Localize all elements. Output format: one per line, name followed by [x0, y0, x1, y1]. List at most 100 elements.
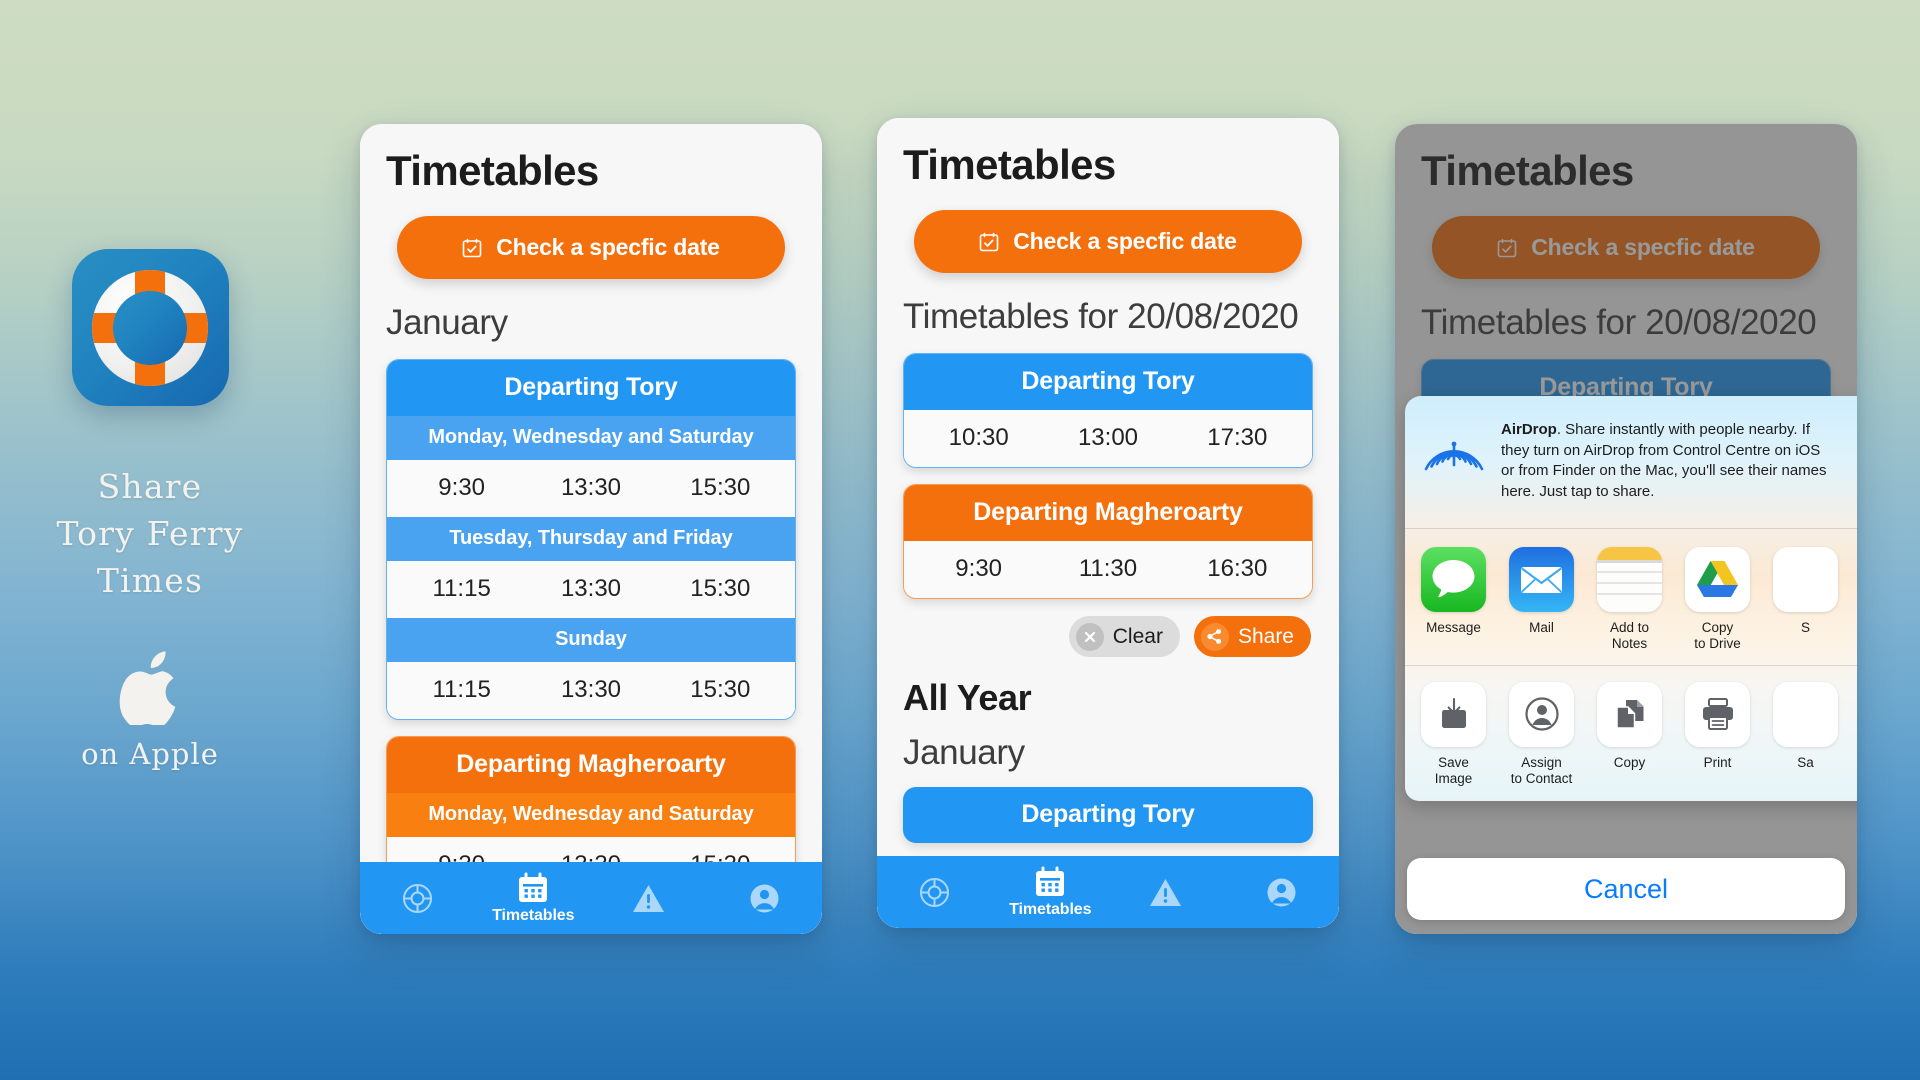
share-action-cut-off[interactable]: Sa	[1773, 681, 1838, 787]
copy-icon	[1597, 681, 1662, 747]
result-actions: Clear Share	[903, 616, 1313, 658]
page-title: Timetables	[903, 141, 1116, 188]
share-action-label-text: Assign to Contact	[1510, 754, 1573, 786]
account-icon	[750, 884, 779, 912]
lifebuoy-icon	[403, 883, 433, 913]
timetable-card-header: Departing Magheroarty	[387, 737, 795, 794]
timetable-times-row: 9:30 13:30 15:30	[387, 460, 795, 518]
timetable-card-header: Departing Tory	[903, 787, 1313, 844]
mail-app-icon	[1509, 547, 1574, 613]
share-action-label: Copy	[1613, 754, 1646, 770]
sidebar-item-lifebuoy[interactable]	[877, 876, 993, 909]
time-cell: 16:30	[1207, 555, 1268, 583]
bottom-tab-bar: Timetables	[877, 856, 1339, 928]
sidebar-item-alerts[interactable]	[1108, 877, 1224, 908]
share-apps-row: Message Mail Add to Notes Copy to Drive …	[1405, 529, 1857, 664]
time-cell: 11:30	[1078, 555, 1138, 583]
date-heading: Timetables for 20/08/2020	[903, 297, 1299, 337]
timetable-card-header: Departing Magheroarty	[904, 485, 1312, 542]
time-cell: 11:15	[432, 676, 491, 704]
phone-screen-share-sheet: Timetables Check a specfic date Timetabl…	[1395, 124, 1857, 934]
timetable-card-departing-magheroarty: Departing Magheroarty 9:30 11:30 16:30	[903, 484, 1313, 600]
share-target-message[interactable]: Message	[1421, 547, 1486, 652]
share-target-notes[interactable]: Add to Notes	[1597, 547, 1662, 652]
timetable-times-row: 10:30 13:00 17:30	[904, 410, 1312, 468]
warning-icon	[633, 884, 665, 912]
calendar-icon	[519, 872, 548, 902]
sidebar-item-timetables[interactable]: Timetables	[993, 866, 1109, 919]
share-action-label: Assign to Contact	[1511, 755, 1573, 787]
check-specific-date-label: Check a specfic date	[496, 234, 720, 261]
sidebar-item-alerts[interactable]	[591, 883, 707, 914]
share-action-save-image[interactable]: Save Image	[1421, 681, 1486, 787]
apple-logo-icon	[119, 651, 176, 725]
timetable-times-row: 11:15 13:30 15:30	[387, 662, 795, 720]
time-cell: 11:15	[432, 575, 491, 603]
page-title: Timetables	[386, 147, 599, 194]
cut-off-action-icon	[1773, 681, 1838, 747]
time-cell: 10:30	[948, 424, 1009, 452]
lifebuoy-app-icon	[71, 249, 229, 407]
share-action-copy[interactable]: Copy	[1597, 681, 1662, 787]
share-icon	[1200, 622, 1229, 651]
tagline-line-1: Share	[97, 467, 203, 507]
share-target-label: Copy to Drive	[1694, 620, 1741, 652]
timetable-card-header: Departing Tory	[904, 354, 1312, 411]
lifebuoy-icon	[920, 877, 950, 907]
airdrop-description: AirDrop. Share instantly with people nea…	[1501, 418, 1831, 502]
bottom-tab-bar: Timetables	[360, 862, 822, 934]
check-specific-date-label: Check a specfic date	[1013, 228, 1237, 255]
time-cell: 9:30	[438, 474, 486, 502]
airdrop-title: AirDrop	[1501, 421, 1557, 438]
cancel-button[interactable]: Cancel	[1407, 858, 1845, 920]
sidebar-item-timetables[interactable]: Timetables	[476, 872, 592, 925]
platform-label: on Apple	[81, 736, 219, 771]
sidebar-item-account[interactable]	[1224, 876, 1340, 909]
timetable-card-departing-tory: Departing Tory 10:30 13:00 17:30	[903, 353, 1313, 469]
phone-screen-month-list: Timetables Check a specfic date January …	[360, 124, 822, 934]
share-target-copy-to-drive[interactable]: Copy to Drive	[1685, 547, 1750, 652]
timetable-days-label: Monday, Wednesday and Saturday	[387, 793, 795, 838]
time-cell: 17:30	[1207, 424, 1268, 452]
month-heading: January	[386, 303, 508, 343]
share-label: Share	[1237, 624, 1294, 648]
share-action-assign-to-contact[interactable]: Assign to Contact	[1509, 681, 1574, 787]
brand-panel: Share Tory Ferry Times on Apple	[0, 0, 300, 1080]
share-target-label: S	[1800, 620, 1810, 636]
clear-button[interactable]: Clear	[1068, 616, 1180, 658]
check-specific-date-button[interactable]: Check a specfic date	[397, 216, 785, 280]
warning-icon	[1150, 878, 1182, 906]
check-specific-date-button[interactable]: Check a specfic date	[914, 210, 1302, 274]
google-drive-app-icon	[1685, 547, 1750, 613]
timetable-card-departing-tory: Departing Tory Monday, Wednesday and Sat…	[386, 359, 796, 721]
time-cell: 13:30	[560, 474, 622, 502]
timetable-days-label: Sunday	[387, 618, 795, 663]
time-cell: 9:30	[955, 555, 1003, 583]
share-action-label: Sa	[1797, 754, 1814, 770]
timetable-card-partial: Departing Tory	[903, 787, 1313, 844]
calendar-check-icon	[979, 232, 999, 251]
assign-to-contact-icon	[1509, 681, 1574, 747]
share-action-label: Save Image	[1434, 754, 1473, 786]
sidebar-item-lifebuoy[interactable]	[360, 882, 476, 915]
all-year-heading: All Year	[903, 677, 1032, 719]
share-action-print[interactable]: Print	[1685, 681, 1750, 787]
save-image-icon	[1421, 681, 1486, 747]
share-target-cut-off[interactable]: S	[1773, 547, 1838, 652]
sidebar-item-account[interactable]	[707, 882, 823, 915]
platform-block: on Apple	[81, 651, 219, 771]
timetable-days-label: Monday, Wednesday and Saturday	[387, 416, 795, 461]
timetable-card-header: Departing Tory	[387, 360, 795, 417]
clear-label: Clear	[1112, 624, 1163, 648]
time-cell: 15:30	[690, 474, 751, 502]
time-cell: 15:30	[690, 676, 751, 704]
phone-screen-date-results: Timetables Check a specfic date Timetabl…	[877, 118, 1339, 928]
share-target-mail[interactable]: Mail	[1509, 547, 1574, 652]
account-icon	[1267, 878, 1296, 906]
share-action-label: Print	[1703, 754, 1732, 770]
share-target-label: Message	[1426, 620, 1481, 636]
airdrop-section: AirDrop. Share instantly with people nea…	[1405, 396, 1857, 528]
share-button[interactable]: Share	[1193, 616, 1311, 658]
calendar-check-icon	[462, 238, 482, 257]
airdrop-icon	[1424, 441, 1484, 471]
